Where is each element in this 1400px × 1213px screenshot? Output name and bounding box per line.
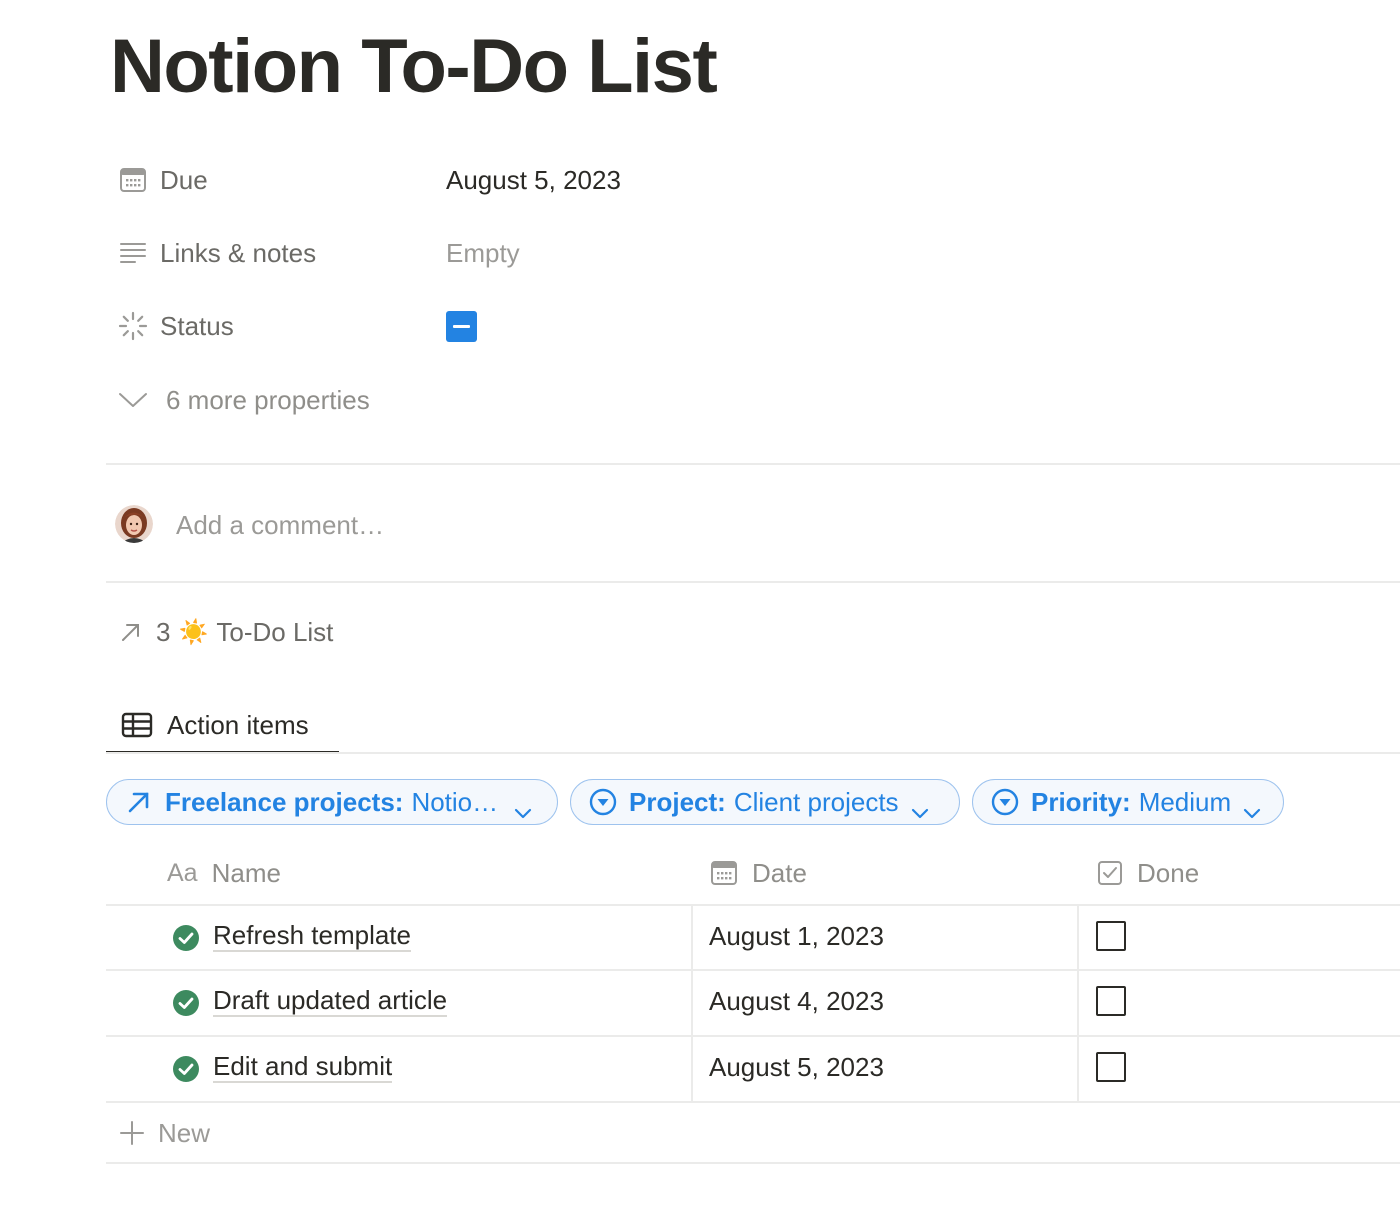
chevron-down-icon (1243, 796, 1261, 819)
divider (106, 581, 1400, 583)
chevron-down-icon (514, 796, 532, 819)
relation-label: To-Do List (216, 616, 334, 647)
property-status[interactable]: Status (118, 306, 918, 346)
divider (106, 463, 1400, 465)
arrow-up-right-icon (118, 619, 144, 645)
table-view-icon (121, 712, 153, 738)
calendar-icon (118, 165, 148, 195)
done-checkbox[interactable] (1096, 1052, 1126, 1082)
calendar-icon (710, 860, 738, 886)
column-header-name[interactable]: Aa Name (167, 855, 281, 891)
user-avatar (115, 505, 153, 543)
filter-value: Medium (1138, 786, 1232, 817)
relation-count: 3 (156, 616, 171, 647)
tab-action-items[interactable]: Action items (106, 696, 339, 754)
property-value-due[interactable]: August 5, 2023 (446, 165, 621, 196)
text-lines-icon (118, 238, 148, 268)
filter-project[interactable]: Project: Client projects (570, 779, 960, 825)
circle-chevron-down-icon (991, 788, 1019, 816)
table-border (106, 1162, 1400, 1164)
check-circle-icon (172, 1055, 200, 1083)
sun-emoji-icon: ☀️ (178, 618, 209, 646)
page-title[interactable]: Notion To-Do List (110, 22, 718, 112)
task-name[interactable]: Draft updated article (213, 985, 448, 1017)
property-label-status: Status (160, 310, 234, 341)
task-date[interactable]: August 5, 2023 (709, 1052, 884, 1083)
chevron-down-icon (911, 796, 929, 819)
text-type-icon: Aa (167, 858, 198, 887)
column-header-label: Name (211, 857, 281, 888)
task-name[interactable]: Refresh template (213, 920, 411, 952)
property-due[interactable]: Due August 5, 2023 (118, 160, 918, 200)
tab-label: Action items (167, 709, 309, 740)
relation-backlink[interactable]: 3 ☀️ To-Do List (118, 614, 333, 650)
plus-icon (118, 1119, 146, 1147)
property-links-notes[interactable]: Links & notes Empty (118, 233, 918, 273)
status-checkbox-indeterminate[interactable] (446, 310, 477, 342)
status-spinner-icon (118, 311, 148, 341)
column-header-done[interactable]: Done (1097, 855, 1199, 891)
column-header-label: Date (752, 857, 807, 888)
more-properties-label: 6 more properties (166, 384, 370, 415)
filter-priority[interactable]: Priority: Medium (972, 779, 1284, 825)
filter-key: Project: (629, 786, 726, 817)
filter-freelance-projects[interactable]: Freelance projects: Notio… (106, 779, 558, 825)
arrow-up-right-icon (125, 788, 153, 816)
table-border (106, 1101, 1400, 1103)
filter-key: Freelance projects: (165, 786, 404, 817)
task-date[interactable]: August 4, 2023 (709, 986, 884, 1017)
more-properties-toggle[interactable]: 6 more properties (118, 380, 918, 420)
task-date[interactable]: August 1, 2023 (709, 921, 884, 952)
property-label-links-notes: Links & notes (160, 237, 317, 268)
chevron-down-icon (118, 385, 148, 415)
done-checkbox[interactable] (1096, 986, 1126, 1016)
add-new-row-button[interactable]: New (118, 1115, 210, 1151)
check-circle-icon (172, 924, 200, 952)
property-value-links-notes[interactable]: Empty (446, 238, 520, 269)
tabs-divider (106, 752, 1400, 754)
check-circle-icon (172, 989, 200, 1017)
filter-value: Notio… (411, 786, 499, 817)
checkbox-icon (1097, 860, 1123, 886)
comment-input[interactable]: Add a comment… (176, 510, 384, 541)
new-row-label: New (158, 1117, 211, 1148)
filter-key: Priority: (1031, 786, 1131, 817)
column-header-label: Done (1137, 857, 1200, 888)
property-label-due: Due (160, 164, 208, 195)
circle-chevron-down-icon (589, 788, 617, 816)
table-row[interactable]: Draft updated article August 4, 2023 (106, 970, 1400, 1035)
filter-value: Client projects (733, 786, 899, 817)
done-checkbox[interactable] (1096, 921, 1126, 951)
table-row[interactable]: Edit and submit August 5, 2023 (106, 1036, 1400, 1101)
task-name[interactable]: Edit and submit (213, 1051, 393, 1083)
column-header-date[interactable]: Date (710, 855, 807, 891)
table-row[interactable]: Refresh template August 1, 2023 (106, 905, 1400, 970)
